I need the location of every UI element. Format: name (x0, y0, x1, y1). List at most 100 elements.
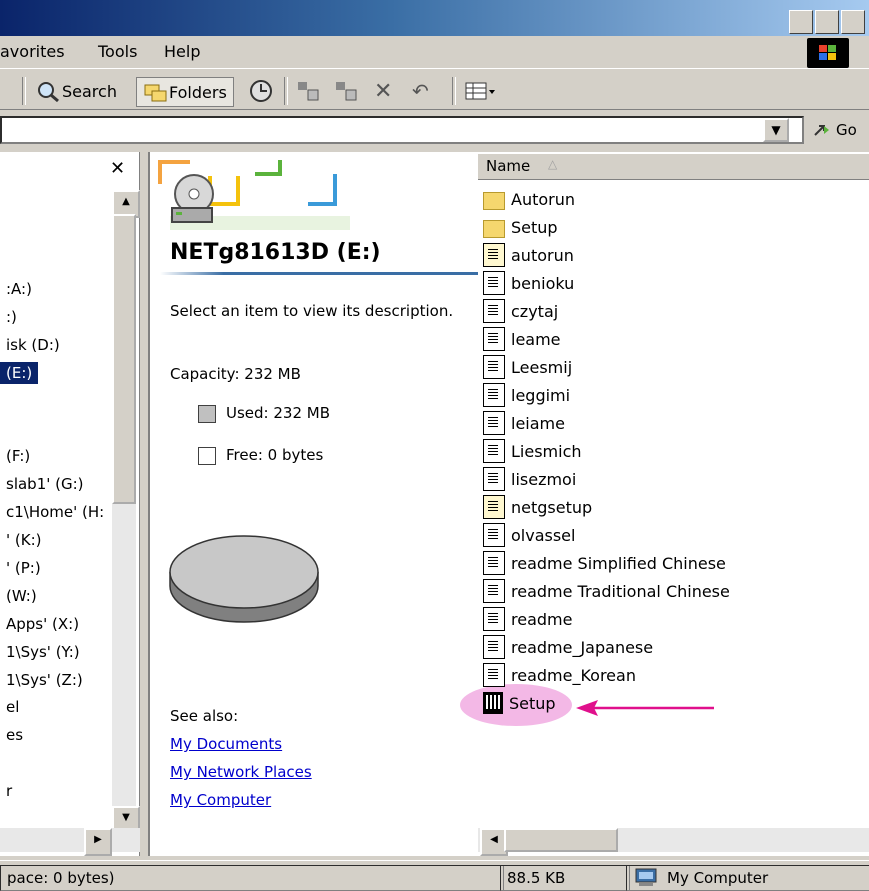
setup-exe-icon (483, 692, 503, 714)
address-bar (0, 110, 869, 150)
file-name: readme Simplified Chinese (511, 553, 726, 573)
file-item[interactable]: Setup (483, 214, 558, 240)
pointer-arrow (576, 700, 714, 716)
file-item[interactable]: netgsetup (483, 494, 592, 520)
file-item[interactable]: leame (483, 326, 561, 352)
tree-item[interactable]: isk (D:) (6, 336, 60, 354)
my-documents-link[interactable]: My Documents (170, 735, 282, 753)
tree-item[interactable]: slab1' (G:) (6, 475, 84, 493)
text-file-icon (483, 299, 505, 323)
name-column-label: Name (486, 157, 531, 175)
name-column-header[interactable]: Name △ (478, 154, 869, 180)
address-input[interactable] (0, 116, 804, 144)
cd-drive-icon (171, 174, 214, 223)
maximize-button[interactable] (815, 10, 839, 34)
file-item[interactable]: readme_Japanese (483, 634, 653, 660)
text-file-icon (483, 635, 505, 659)
tree-horizontal-scrollbar[interactable] (0, 828, 140, 852)
undo-icon[interactable]: ↶ (412, 77, 429, 105)
file-item[interactable]: autorun (483, 242, 574, 268)
file-item[interactable]: olvassel (483, 522, 575, 548)
file-name: readme Traditional Chinese (511, 581, 730, 601)
capacity-pie-icon (169, 535, 319, 623)
capacity-text: Capacity: 232 MB (170, 365, 301, 383)
tree-item[interactable]: 1\Sys' (Z:) (6, 671, 83, 689)
tree-item[interactable]: (F:) (6, 447, 30, 465)
menu-tools[interactable]: Tools (98, 42, 137, 61)
close-window-button[interactable] (841, 10, 865, 34)
file-name: olvassel (511, 525, 576, 545)
file-item[interactable]: czytaj (483, 298, 558, 324)
file-item[interactable]: benioku (483, 270, 574, 296)
minimize-button[interactable] (789, 10, 813, 34)
settings-file-icon (483, 495, 505, 519)
text-file-icon (483, 383, 505, 407)
search-button[interactable]: Search (36, 77, 117, 105)
file-item[interactable]: readme_Korean (483, 662, 636, 688)
free-legend: Free: 0 bytes (198, 446, 323, 465)
text-file-icon (483, 523, 505, 547)
history-button[interactable] (248, 77, 274, 105)
history-icon (250, 80, 272, 102)
my-network-places-link[interactable]: My Network Places (170, 763, 312, 781)
tree-item-selected[interactable]: (E:) (0, 362, 39, 384)
close-pane-icon[interactable]: ✕ (110, 158, 125, 179)
go-label: Go (836, 121, 857, 139)
tree-item[interactable]: c1\Home' (H: (6, 503, 104, 521)
file-name: Autorun (511, 189, 576, 209)
copy-to-icon (336, 82, 357, 101)
tree-item[interactable]: (W:) (6, 587, 37, 605)
file-name: netgsetup (511, 497, 593, 517)
tree-item[interactable]: 1\Sys' (Y:) (6, 643, 80, 661)
file-item[interactable]: leiame (483, 410, 565, 436)
file-item[interactable]: Autorun (483, 186, 575, 212)
menu-favorites[interactable]: avorites (0, 42, 65, 61)
file-name: lisezmoi (511, 469, 577, 489)
tree-item[interactable]: el (6, 698, 19, 716)
my-computer-link[interactable]: My Computer (170, 791, 271, 809)
folders-label: Folders (169, 82, 227, 102)
delete-icon[interactable]: ✕ (374, 77, 392, 105)
tree-item[interactable]: :) (6, 308, 17, 326)
copy-to-button[interactable] (334, 77, 358, 105)
folders-button[interactable]: Folders (136, 77, 234, 107)
folder-icon (483, 220, 505, 238)
tree-item[interactable]: ' (K:) (6, 531, 42, 549)
file-item[interactable]: Leesmij (483, 354, 572, 380)
used-swatch (198, 404, 216, 423)
move-to-button[interactable] (296, 77, 320, 105)
free-swatch (198, 446, 216, 465)
text-file-icon (483, 355, 505, 379)
status-free-space: pace: 0 bytes) (0, 865, 504, 891)
file-item[interactable]: leggimi (483, 382, 570, 408)
file-name: leggimi (511, 385, 571, 405)
file-item[interactable]: readme Simplified Chinese (483, 550, 726, 576)
window-controls (789, 10, 869, 36)
folders-icon (144, 84, 167, 102)
scroll-right-button[interactable]: ▶ (84, 828, 112, 856)
go-button[interactable]: Go (812, 116, 857, 144)
tree-item[interactable]: r (6, 782, 12, 800)
tree-scroll-thumb[interactable] (112, 214, 136, 504)
menu-help[interactable]: Help (164, 42, 200, 61)
chevron-down-icon: ▼ (771, 123, 781, 137)
text-file-icon (483, 439, 505, 463)
search-label: Search (62, 81, 117, 101)
select-prompt: Select an item to view its description. (170, 302, 454, 320)
file-name: Setup (511, 217, 558, 237)
file-item[interactable]: lisezmoi (483, 466, 576, 492)
tree-item[interactable]: ' (P:) (6, 559, 41, 577)
file-item[interactable]: readme (483, 606, 572, 632)
tree-item[interactable]: :A:) (6, 280, 32, 298)
setup-file-item[interactable]: Setup (483, 690, 556, 716)
address-dropdown-button[interactable]: ▼ (763, 118, 789, 142)
file-name: readme_Japanese (511, 637, 654, 657)
views-button[interactable] (464, 77, 498, 105)
files-scroll-thumb[interactable] (504, 828, 618, 852)
file-item[interactable]: Liesmich (483, 438, 582, 464)
my-computer-icon (635, 868, 657, 886)
file-item[interactable]: readme Traditional Chinese (483, 578, 730, 604)
tree-item[interactable]: Apps' (X:) (6, 615, 79, 633)
text-file-icon (483, 579, 505, 603)
tree-item[interactable]: es (6, 726, 23, 744)
